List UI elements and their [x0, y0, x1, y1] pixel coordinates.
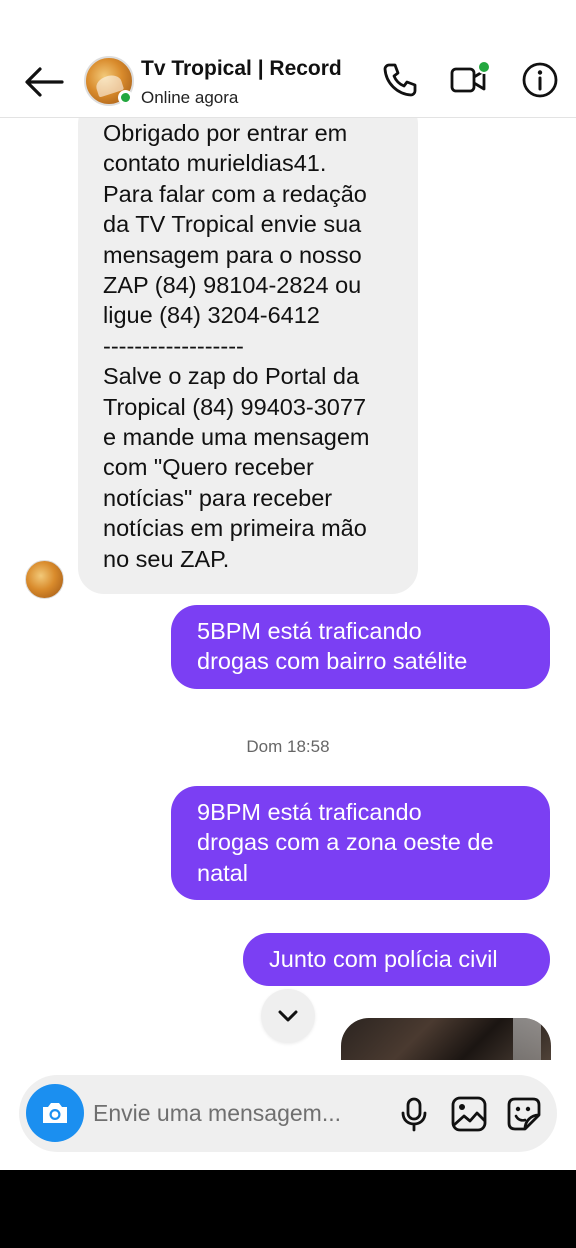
phone-icon[interactable]: [380, 60, 420, 100]
message-line: 5BPM está traficando: [197, 618, 422, 644]
contact-name[interactable]: Tv Tropical | Record: [141, 57, 342, 81]
chevron-down-icon: [278, 1010, 298, 1022]
image-message-thumbnail[interactable]: [341, 1018, 551, 1060]
message-line: natal: [197, 859, 248, 886]
scroll-to-bottom-button[interactable]: [261, 989, 315, 1043]
chat-header: Tv Tropical | Record Online agora: [0, 0, 576, 118]
message-line: mensagem para o nosso: [103, 241, 362, 268]
message-line: Tropical (84) 99403-3077: [103, 393, 367, 420]
message-line: da TV Tropical envie sua: [103, 211, 362, 238]
message-line: Obrigado por entrar em: [103, 120, 348, 146]
message-line: drogas com a zona oeste de: [197, 829, 494, 856]
message-composer: [19, 1075, 557, 1152]
outgoing-message-bubble[interactable]: Junto com polícia civil: [243, 933, 550, 987]
message-line: no seu ZAP.: [103, 545, 230, 572]
message-input[interactable]: [93, 1095, 383, 1131]
message-line: Para falar com a redação: [103, 180, 367, 207]
message-line: ------------------: [103, 332, 244, 359]
sender-avatar[interactable]: [25, 560, 64, 599]
microphone-icon[interactable]: [395, 1095, 433, 1133]
message-line: drogas com bairro satélite: [197, 648, 468, 675]
back-arrow-icon[interactable]: [22, 62, 66, 102]
message-line: contato murieldias41.: [103, 150, 327, 177]
camera-button[interactable]: [26, 1084, 84, 1142]
message-line: ligue (84) 3204-6412: [103, 302, 320, 329]
message-line: notícias em primeira mão: [103, 515, 367, 542]
gallery-icon[interactable]: [450, 1095, 488, 1133]
message-line: com "Quero receber: [103, 454, 314, 481]
message-line: 9BPM está traficando: [197, 799, 422, 825]
message-line: ZAP (84) 98104-2824 ou: [103, 272, 362, 299]
outgoing-message-bubble[interactable]: 9BPM está traficando drogas com a zona o…: [171, 786, 550, 901]
message-line: e mande uma mensagem: [103, 424, 370, 451]
online-indicator: [118, 90, 133, 105]
sticker-icon[interactable]: [505, 1095, 543, 1133]
message-line: Junto com polícia civil: [269, 946, 498, 972]
incoming-message-bubble[interactable]: Obrigado por entrar em contato murieldia…: [78, 118, 418, 595]
contact-avatar[interactable]: [84, 56, 134, 106]
info-icon[interactable]: [520, 60, 560, 100]
message-line: notícias" para receber: [103, 484, 333, 511]
outgoing-message-bubble[interactable]: 5BPM está traficando drogas com bairro s…: [171, 605, 550, 689]
camera-icon: [43, 1103, 67, 1123]
video-online-dot: [477, 60, 491, 74]
message-timestamp: Dom 18:58: [246, 737, 330, 756]
message-line: Salve o zap do Portal da: [103, 363, 360, 390]
message-thread[interactable]: Obrigado por entrar em contato murieldia…: [0, 118, 576, 1060]
contact-status: Online agora: [141, 88, 239, 107]
system-navigation-bar: [0, 1170, 576, 1248]
